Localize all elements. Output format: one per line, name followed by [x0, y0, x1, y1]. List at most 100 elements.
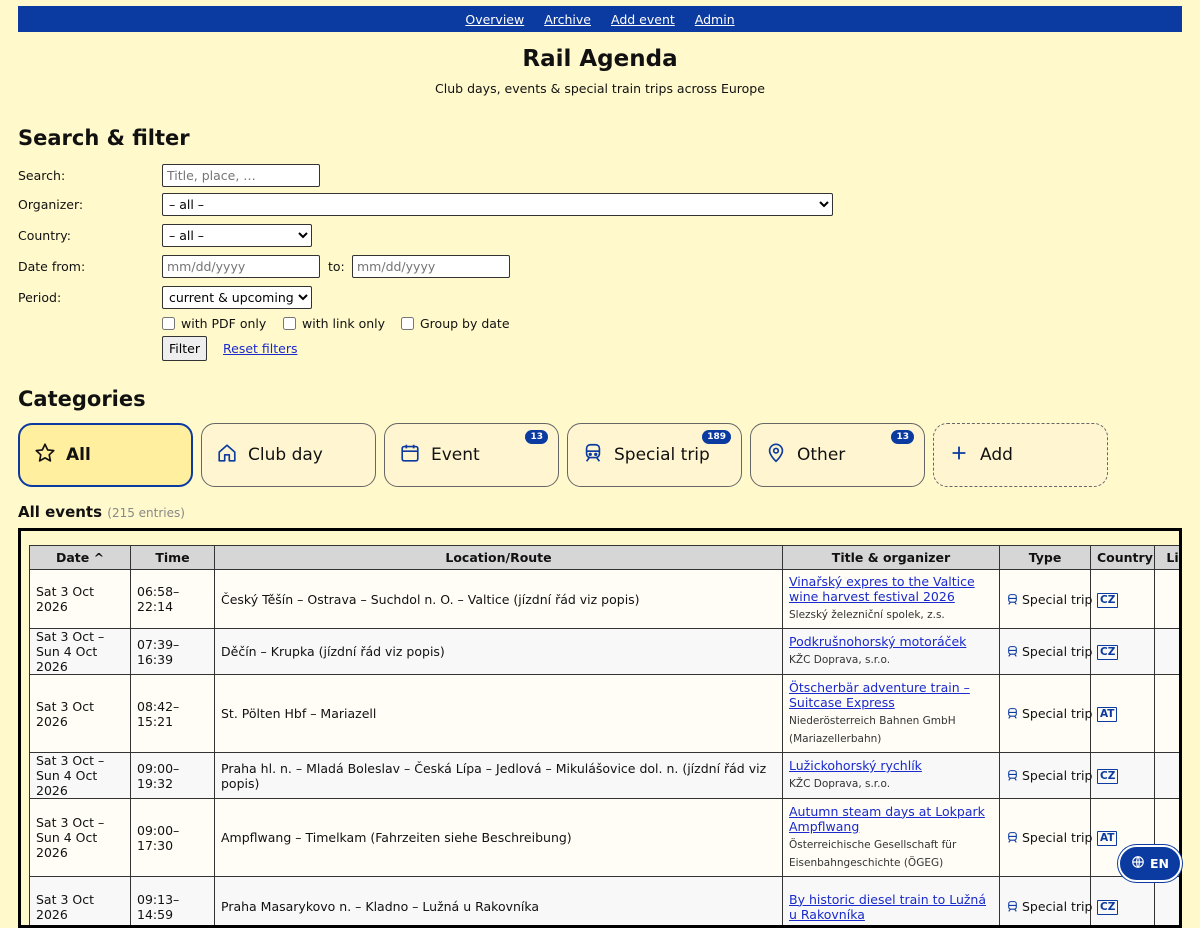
country-select[interactable]: – all –: [162, 224, 312, 247]
cell-title: Vinařský expres to the Valtice wine harv…: [783, 570, 1000, 629]
filter-button[interactable]: Filter: [162, 336, 207, 361]
site-subtitle: Club days, events & special train trips …: [0, 81, 1200, 96]
column-header-time: Time: [131, 546, 215, 570]
group-by-date-check[interactable]: [401, 317, 414, 330]
table-row: Sat 3 Oct – Sun 4 Oct 2026 09:00–17:30 A…: [30, 799, 1183, 877]
category-all[interactable]: All: [18, 423, 193, 487]
cell-type: Special trip: [1000, 675, 1091, 753]
pdf-only-checkbox[interactable]: with PDF only: [162, 316, 266, 331]
train-icon: [1006, 899, 1022, 914]
country-code: CZ: [1097, 593, 1118, 608]
search-input[interactable]: [162, 164, 320, 187]
events-table: Date ^ Time Location/Route Title & organ…: [29, 545, 1182, 928]
cell-type: Special trip: [1000, 877, 1091, 928]
category-special-trip-badge: 189: [702, 430, 731, 444]
column-header-route: Location/Route: [215, 546, 783, 570]
table-header-row: Date ^ Time Location/Route Title & organ…: [30, 546, 1183, 570]
cell-country: AT: [1091, 675, 1155, 753]
pdf-only-label: with PDF only: [181, 316, 266, 331]
event-title-link[interactable]: Vinařský expres to the Valtice wine harv…: [789, 574, 975, 604]
link-only-check[interactable]: [283, 317, 296, 330]
globe-icon: [1131, 855, 1145, 872]
search-label: Search:: [18, 168, 65, 183]
cell-type: Special trip: [1000, 799, 1091, 877]
nav-archive[interactable]: Archive: [544, 12, 591, 27]
cell-route: St. Pölten Hbf – Mariazell: [215, 675, 783, 753]
event-title-link[interactable]: Lužickohorský rychlík: [789, 758, 922, 773]
category-special-trip[interactable]: Special trip 189: [567, 423, 742, 487]
cell-date: Sat 3 Oct – Sun 4 Oct 2026: [30, 753, 131, 799]
group-by-date-checkbox[interactable]: Group by date: [401, 316, 510, 331]
nav-admin[interactable]: Admin: [695, 12, 735, 27]
event-title-link[interactable]: Ötscherbär adventure train – Suitcase Ex…: [789, 680, 970, 710]
column-header-link: Lin: [1155, 546, 1183, 570]
events-heading: All events (215 entries): [18, 503, 185, 521]
date-to-input[interactable]: [352, 255, 510, 278]
cell-type: Special trip: [1000, 753, 1091, 799]
category-other-label: Other: [797, 445, 845, 465]
category-event-label: Event: [431, 445, 480, 465]
period-select[interactable]: current & upcoming: [162, 286, 312, 309]
date-to-label: to:: [328, 259, 345, 274]
type-label: Special trip: [1022, 830, 1092, 845]
event-title-link[interactable]: Podkrušnohorský motoráček: [789, 634, 966, 649]
cell-title: Podkrušnohorský motoráčekKŽC Doprava, s.…: [783, 629, 1000, 675]
column-header-type: Type: [1000, 546, 1091, 570]
category-other[interactable]: Other 13: [750, 423, 925, 487]
category-club-day[interactable]: Club day: [201, 423, 376, 487]
country-code: CZ: [1097, 645, 1118, 660]
nav-add-event[interactable]: Add event: [611, 12, 675, 27]
cell-route: Praha hl. n. – Mladá Boleslav – Česká Lí…: [215, 753, 783, 799]
country-code: CZ: [1097, 769, 1118, 784]
language-button[interactable]: EN: [1118, 845, 1182, 882]
events-table-frame: Date ^ Time Location/Route Title & organ…: [18, 528, 1182, 928]
cell-link: [1155, 877, 1183, 928]
event-title-link[interactable]: By historic diesel train to Lužná u Rako…: [789, 892, 986, 922]
category-event[interactable]: Event 13: [384, 423, 559, 487]
cell-route: Praha Masarykovo n. – Kladno – Lužná u R…: [215, 877, 783, 928]
nav-overview[interactable]: Overview: [465, 12, 524, 27]
category-event-badge: 13: [525, 430, 548, 444]
category-special-trip-label: Special trip: [614, 445, 710, 465]
calendar-icon: [399, 442, 421, 469]
column-header-title: Title & organizer: [783, 546, 1000, 570]
type-label: Special trip: [1022, 706, 1092, 721]
event-title-link[interactable]: Autumn steam days at Lokpark Ampflwang: [789, 804, 985, 834]
pdf-only-check[interactable]: [162, 317, 175, 330]
cell-link: [1155, 570, 1183, 629]
column-header-date[interactable]: Date ^: [30, 546, 131, 570]
cell-time: 06:58–22:14: [131, 570, 215, 629]
reset-filters-link[interactable]: Reset filters: [223, 341, 297, 356]
train-icon: [582, 442, 604, 469]
cell-route: Děčín – Krupka (jízdní řád viz popis): [215, 629, 783, 675]
date-from-label: Date from:: [18, 259, 85, 274]
event-organizer: Österreichische Gesellschaft für Eisenba…: [789, 836, 993, 872]
date-from-input[interactable]: [162, 255, 320, 278]
cell-time: 08:42–15:21: [131, 675, 215, 753]
group-by-date-label: Group by date: [420, 316, 510, 331]
cell-time: 07:39–16:39: [131, 629, 215, 675]
filter-heading: Search & filter: [18, 126, 190, 150]
cell-date: Sat 3 Oct 2026: [30, 877, 131, 928]
category-add-label: Add: [980, 445, 1013, 465]
cell-title: By historic diesel train to Lužná u Rako…: [783, 877, 1000, 928]
location-pin-icon: [765, 442, 787, 469]
cell-country: CZ: [1091, 570, 1155, 629]
cell-route: Ampflwang – Timelkam (Fahrzeiten siehe B…: [215, 799, 783, 877]
events-count: (215 entries): [107, 506, 185, 520]
type-label: Special trip: [1022, 899, 1092, 914]
link-only-checkbox[interactable]: with link only: [283, 316, 385, 331]
column-header-country: Country: [1091, 546, 1155, 570]
train-icon: [1006, 768, 1022, 783]
cell-link: [1155, 675, 1183, 753]
plus-icon: [948, 442, 970, 469]
cell-link: [1155, 753, 1183, 799]
table-row: Sat 3 Oct 2026 06:58–22:14 Český Těšín –…: [30, 570, 1183, 629]
star-icon: [34, 442, 56, 469]
cell-title: Ötscherbär adventure train – Suitcase Ex…: [783, 675, 1000, 753]
organizer-select[interactable]: – all –: [162, 193, 833, 216]
link-only-label: with link only: [302, 316, 385, 331]
category-add[interactable]: Add: [933, 423, 1108, 487]
home-icon: [216, 442, 238, 469]
category-all-label: All: [66, 445, 91, 465]
